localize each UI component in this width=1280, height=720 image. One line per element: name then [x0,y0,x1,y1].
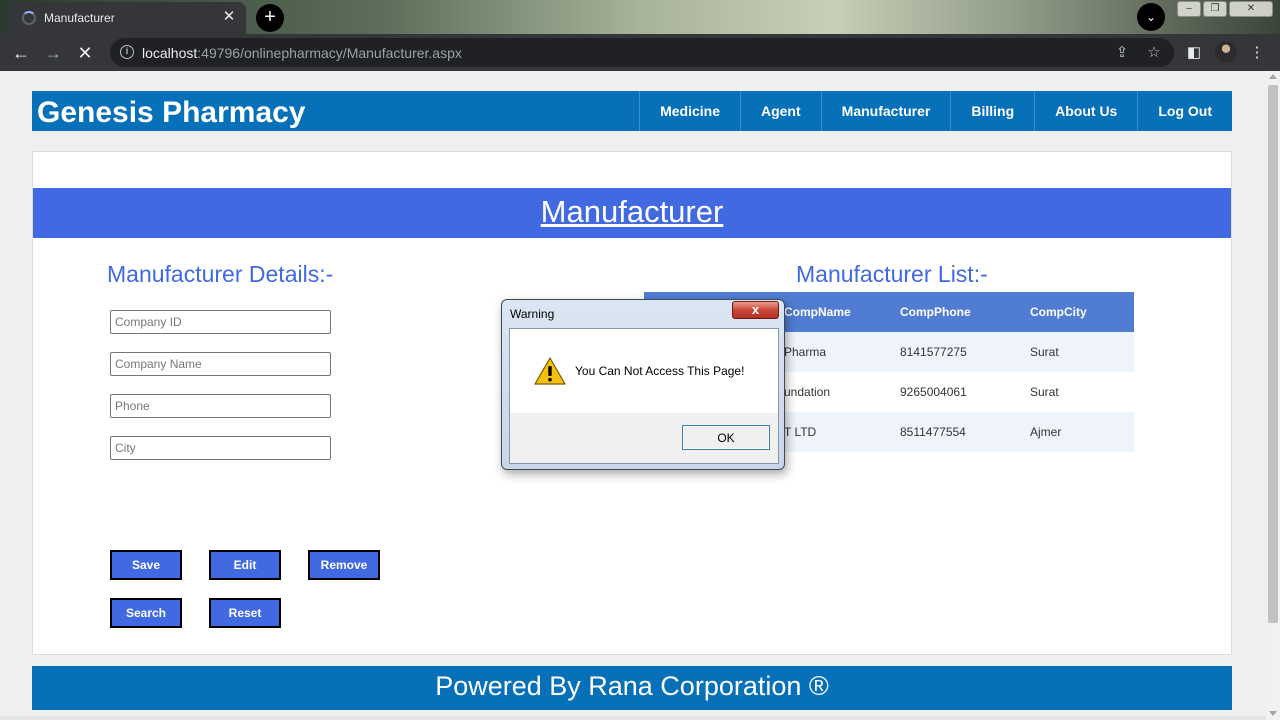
table-cell: undation [774,372,890,412]
dialog-body: You Can Not Access This Page! OK [509,328,779,464]
nav-about-us[interactable]: About Us [1034,91,1137,131]
stop-loading-icon[interactable]: ✕ [72,40,98,66]
list-heading: Manufacturer List:- [796,261,988,287]
table-cell: 8511477554 [890,412,1020,452]
warning-icon [534,357,566,385]
site-brand: Genesis Pharmacy [37,96,306,129]
table-cell: 8141577275 [890,332,1020,372]
edit-button[interactable]: Edit [209,550,281,580]
new-tab-button[interactable]: + [256,4,284,32]
city-input[interactable] [110,436,331,460]
scrollbar-thumb[interactable] [1268,85,1278,623]
reset-button[interactable]: Reset [209,598,281,628]
save-button[interactable]: Save [110,550,182,580]
ok-button[interactable]: OK [682,425,770,450]
browser-tab-strip: Manufacturer ✕ + ⌄ – ❐ ✕ [0,0,1280,34]
tab-title: Manufacturer [44,11,115,25]
bottom-strip [0,716,1266,720]
tab-close-icon[interactable]: ✕ [220,8,238,26]
phone-input[interactable] [110,394,331,418]
page-banner: Manufacturer [33,188,1231,238]
nav-medicine[interactable]: Medicine [639,91,740,131]
scroll-down-arrow-icon[interactable] [1269,711,1277,716]
company-id-input[interactable] [110,310,331,334]
url-text[interactable]: localhost:49796/onlinepharmacy/Manufactu… [142,45,462,61]
restore-window-button[interactable]: ❐ [1203,1,1227,17]
page-scrollbar[interactable] [1266,71,1280,720]
search-button[interactable]: Search [110,598,182,628]
table-cell: 9265004061 [890,372,1020,412]
side-panel-icon[interactable]: ◧ [1183,42,1205,64]
menu-kebab-icon[interactable]: ⋮ [1246,42,1268,64]
browser-toolbar: ← → ✕ i localhost:49796/onlinepharmacy/M… [0,34,1280,71]
main-nav: Medicine Agent Manufacturer Billing Abou… [639,91,1232,131]
tab-search-chevron-icon[interactable]: ⌄ [1137,3,1165,31]
details-heading: Manufacturer Details:- [107,261,334,287]
nav-billing[interactable]: Billing [950,91,1034,131]
page-title: Manufacturer [540,194,724,229]
share-icon[interactable]: ⇪ [1112,43,1132,63]
loading-spinner-icon [22,11,36,25]
forward-arrow-icon[interactable]: → [40,40,66,66]
back-arrow-icon[interactable]: ← [8,40,34,66]
dialog-message: You Can Not Access This Page! [575,364,745,378]
browser-tab-active[interactable]: Manufacturer ✕ [8,2,246,34]
company-name-input[interactable] [110,352,331,376]
scroll-up-arrow-icon[interactable] [1269,74,1277,79]
minimize-window-button[interactable]: – [1177,1,1201,17]
close-window-button[interactable]: ✕ [1229,1,1273,17]
column-header[interactable]: CompPhone [890,292,1020,332]
profile-avatar[interactable] [1215,41,1237,63]
site-footer: Powered By Rana Corporation ® [32,666,1232,710]
remove-button[interactable]: Remove [308,550,380,580]
nav-manufacturer[interactable]: Manufacturer [820,91,951,131]
nav-log-out[interactable]: Log Out [1137,91,1232,131]
dialog-close-icon[interactable]: x [732,301,779,319]
column-header[interactable]: CompCity [1020,292,1134,332]
site-header: Genesis Pharmacy Medicine Agent Manufact… [32,91,1232,131]
warning-dialog: Warning x You Can Not Access This Page! … [501,299,785,470]
dialog-footer: OK [510,413,778,463]
column-header[interactable]: CompName [774,292,890,332]
nav-agent[interactable]: Agent [739,91,821,131]
address-bar[interactable]: i localhost:49796/onlinepharmacy/Manufac… [110,38,1174,67]
table-cell: Ajmer [1020,412,1134,452]
table-cell: Pharma [774,332,890,372]
dialog-title: Warning [510,307,555,321]
table-cell: Surat [1020,372,1134,412]
bookmark-star-icon[interactable]: ☆ [1144,43,1164,63]
site-info-icon[interactable]: i [120,45,134,59]
table-cell: Surat [1020,332,1134,372]
table-cell: T LTD [774,412,890,452]
